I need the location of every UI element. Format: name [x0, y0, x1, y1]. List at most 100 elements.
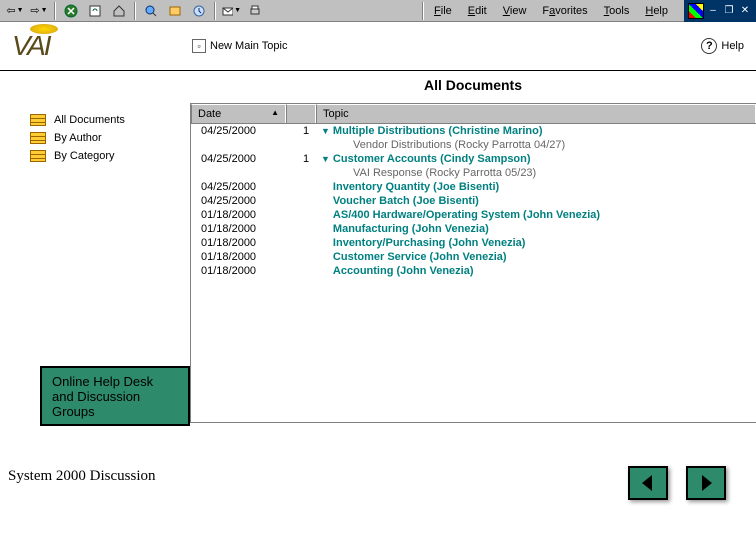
footer-caption: System 2000 Discussion [8, 468, 156, 485]
topic-link[interactable]: Voucher Batch (Joe Bisenti) [333, 195, 479, 207]
table-row[interactable]: 01/18/2000▼Manufacturing (John Venezia) [191, 222, 756, 236]
sub-toolbar: VAI ▫ New Main Topic ? Help [0, 22, 756, 71]
cell-count [291, 223, 321, 235]
callout-box: Online Help Desk and Discussion Groups [40, 366, 190, 426]
table-row[interactable]: 01/18/2000 ▼Customer Service (John Venezi… [191, 250, 756, 264]
cell-topic: ▼Manufacturing (John Venezia) [321, 223, 756, 235]
topic-link[interactable]: Manufacturing (John Venezia) [333, 223, 489, 235]
menu-favorites[interactable]: Favorites [534, 2, 595, 20]
sidebar-item[interactable]: All Documents [30, 111, 180, 129]
topic-link[interactable]: Inventory Quantity (Joe Bisenti) [333, 181, 499, 193]
sidebar-item-label: By Category [54, 150, 115, 162]
cell-date: 01/18/2000 [191, 237, 291, 249]
back-button[interactable]: ⇦▼ [4, 1, 26, 21]
twisty-icon[interactable]: ▼ [321, 126, 330, 136]
table-row[interactable]: 04/25/20001▼Multiple Distributions (Chri… [191, 124, 756, 138]
cell-topic: ▼Inventory/Purchasing (John Venezia) [321, 237, 756, 249]
table-row[interactable]: 04/25/2000 ▼Inventory Quantity (Joe Bisen… [191, 180, 756, 194]
topic-link[interactable]: Inventory/Purchasing (John Venezia) [333, 237, 526, 249]
reply-text: VAI Response (Rocky Parrotta 05/23) [353, 167, 536, 179]
sidebar-item[interactable]: By Category [30, 147, 180, 165]
menu-file[interactable]: File [426, 2, 460, 20]
browser-toolbar: ⇦▼ ⇨▼ ▼ File Edit View Favorites Tools H… [0, 0, 756, 22]
windows-logo-icon [688, 3, 704, 19]
window-controls: – ❐ ✕ [684, 0, 756, 22]
table-row[interactable]: 04/25/20001▼Customer Accounts (Cindy Sam… [191, 152, 756, 166]
history-button[interactable] [188, 1, 210, 21]
cell-date [191, 139, 291, 151]
cell-date: 04/25/2000 [191, 195, 291, 207]
stop-button[interactable] [60, 1, 82, 21]
cell-topic: Vendor Distributions (Rocky Parrotta 04/… [321, 139, 756, 151]
column-topic[interactable]: Topic [316, 104, 756, 123]
print-button[interactable] [244, 1, 266, 21]
cell-count: 1 [291, 125, 321, 137]
table-row[interactable]: 04/25/2000▼Voucher Batch (Joe Bisenti) [191, 194, 756, 208]
menu-tools[interactable]: Tools [596, 2, 638, 20]
refresh-button[interactable] [84, 1, 106, 21]
sort-asc-icon: ▲ [271, 108, 279, 120]
cell-count [291, 209, 321, 221]
menu-help[interactable]: Help [637, 2, 676, 20]
topic-link[interactable]: Accounting (John Venezia) [333, 265, 474, 277]
close-button[interactable]: ✕ [738, 4, 752, 18]
menu-edit[interactable]: Edit [460, 2, 495, 20]
cell-count [291, 195, 321, 207]
table-child-row[interactable]: VAI Response (Rocky Parrotta 05/23) [191, 166, 756, 180]
topic-link[interactable]: Multiple Distributions (Christine Marino… [333, 125, 543, 137]
twisty-icon[interactable]: ▼ [321, 154, 330, 164]
cell-topic: ▼AS/400 Hardware/Operating System (John … [321, 209, 756, 221]
cell-date: 04/25/2000 [191, 153, 291, 165]
reply-text: Vendor Distributions (Rocky Parrotta 04/… [353, 139, 565, 151]
cell-date: 04/25/2000 [191, 125, 291, 137]
mail-button[interactable]: ▼ [220, 1, 242, 21]
prev-button[interactable] [628, 466, 668, 500]
cell-topic: ▼Inventory Quantity (Joe Bisenti) [321, 181, 756, 193]
view-icon [30, 114, 46, 126]
cell-topic: ▼Customer Service (John Venezia) [321, 251, 756, 263]
app-logo: VAI [12, 30, 192, 62]
topic-link[interactable]: AS/400 Hardware/Operating System (John V… [333, 209, 600, 221]
cell-topic: VAI Response (Rocky Parrotta 05/23) [321, 167, 756, 179]
home-button[interactable] [108, 1, 130, 21]
slide-nav [628, 466, 726, 500]
cell-date: 01/18/2000 [191, 209, 291, 221]
next-button[interactable] [686, 466, 726, 500]
cell-count: 1 [291, 153, 321, 165]
page-title: All Documents [190, 71, 756, 103]
cell-count [291, 181, 321, 193]
view-icon [30, 132, 46, 144]
cell-count [291, 237, 321, 249]
search-button[interactable] [140, 1, 162, 21]
restore-button[interactable]: ❐ [722, 4, 736, 18]
cell-date [191, 167, 291, 179]
topic-link[interactable]: Customer Accounts (Cindy Sampson) [333, 153, 531, 165]
column-count[interactable] [286, 104, 316, 123]
table-header: Date▲ Topic [191, 104, 756, 124]
main-panel: All Documents Date▲ Topic 04/25/20001▼Mu… [190, 71, 756, 423]
view-icon [30, 150, 46, 162]
cell-date: 04/25/2000 [191, 181, 291, 193]
cell-topic: ▼Multiple Distributions (Christine Marin… [321, 125, 756, 137]
sidebar-item[interactable]: By Author [30, 129, 180, 147]
cell-count [291, 265, 321, 277]
cell-date: 01/18/2000 [191, 265, 291, 277]
menu-view[interactable]: View [495, 2, 535, 20]
document-icon: ▫ [192, 39, 206, 53]
new-main-topic-button[interactable]: ▫ New Main Topic [192, 39, 287, 53]
help-button[interactable]: ? Help [701, 38, 744, 54]
cell-count [291, 167, 321, 179]
topic-link[interactable]: Customer Service (John Venezia) [333, 251, 507, 263]
column-date[interactable]: Date▲ [191, 104, 286, 123]
favorites-button[interactable] [164, 1, 186, 21]
table-row[interactable]: 01/18/2000 ▼Inventory/Purchasing (John Ve… [191, 236, 756, 250]
forward-button[interactable]: ⇨▼ [28, 1, 50, 21]
help-label: Help [721, 40, 744, 52]
sidebar-item-label: All Documents [54, 114, 125, 126]
table-row[interactable]: 01/18/2000▼Accounting (John Venezia) [191, 264, 756, 278]
cell-count [291, 139, 321, 151]
cell-date: 01/18/2000 [191, 251, 291, 263]
minimize-button[interactable]: – [706, 4, 720, 18]
table-row[interactable]: 01/18/2000 ▼AS/400 Hardware/Operating Sys… [191, 208, 756, 222]
table-child-row[interactable]: Vendor Distributions (Rocky Parrotta 04/… [191, 138, 756, 152]
